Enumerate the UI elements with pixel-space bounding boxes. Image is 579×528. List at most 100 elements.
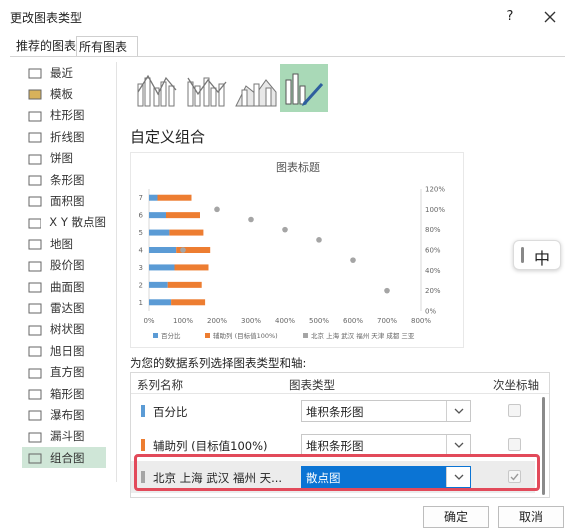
sidebar-item-label: 直方图 [50,365,85,380]
sidebar-item[interactable]: 直方图 [22,362,106,383]
scatter-point [248,216,254,223]
thumb-clustered-line-secondary[interactable] [182,64,230,112]
x-tick-label: 500% [309,317,329,325]
series-caption: 为您的数据系列选择图表类型和轴: [130,356,307,370]
sidebar-item-label: 曲面图 [50,279,85,294]
sidebar-item-label: 漏斗图 [50,429,85,444]
chart-svg: 图表标题 1 2 3 4 5 6 7 0% 100% 200% 300% 400% 500% 600% 700… [139,160,446,340]
bar-0 [149,299,172,306]
series-name: 辅助列 (目标值100%) [153,439,268,453]
series-color-marker [141,405,145,417]
sidebar-item[interactable]: 曲面图 [22,276,106,297]
sidebar-item-label: 饼图 [50,151,73,166]
y-tick-label: 1 [139,299,143,307]
scatter-point [350,257,356,263]
dropdown-button[interactable] [446,435,470,455]
x-tick-label: 300% [241,317,261,325]
secondary-axis-checkbox[interactable] [508,404,521,417]
header-chart-type: 图表类型 [289,378,335,392]
sidebar-item[interactable]: 漏斗图 [22,426,106,447]
y-tick-label: 3 [139,264,143,272]
line-chart-icon [28,132,42,143]
sidebar-item[interactable]: 箱形图 [22,383,106,404]
scatter-point [316,237,322,243]
header-series-name: 系列名称 [137,378,183,392]
table-scrollbar[interactable] [539,395,549,497]
legend-label: 百分比 [161,331,181,340]
x-tick-label: 800% [411,317,431,325]
legend-label: 北京 上海 武汉 福州 天津 成都 三亚 [311,331,415,340]
y-tick-label: 7 [139,194,143,202]
help-button[interactable]: ? [500,7,520,27]
series-row: 百分比 堆积条形图 [131,395,535,427]
bar-1 [169,229,204,236]
x-tick-label: 600% [343,317,363,325]
close-button[interactable] [540,7,560,27]
sidebar-item-label: 瀑布图 [50,407,85,422]
y-tick-label: 6 [139,212,144,220]
map-chart-icon [28,239,42,250]
sidebar-item[interactable]: 条形图 [22,169,106,190]
scatter-point [282,226,288,233]
scatter-point [180,247,186,253]
tab-recommended[interactable]: 推荐的图表 [14,36,76,56]
chart-type-select[interactable]: 堆积条形图 [301,434,471,456]
funnel-chart-icon [28,432,42,443]
sidebar-item[interactable]: 面积图 [22,190,106,211]
sidebar-item[interactable]: X Y 散点图 [22,212,106,233]
ime-indicator[interactable]: 中 [513,240,561,270]
chevron-down-icon [454,408,464,414]
x-tick-label: 200% [207,317,227,325]
radar-chart-icon [28,303,42,314]
sidebar-item-label: 条形图 [50,172,85,187]
sidebar-item[interactable]: 旭日图 [22,340,106,361]
sidebar-item[interactable]: 树状图 [22,319,106,340]
sidebar-item-label: 树状图 [50,322,85,337]
sidebar-item[interactable]: 雷达图 [22,297,106,318]
sidebar-item[interactable]: 模板 [22,83,106,104]
sidebar-item[interactable]: 最近 [22,62,106,83]
y2-tick-label: 40% [425,267,441,275]
surface-chart-icon [28,282,42,293]
chart-type-select[interactable]: 堆积条形图 [301,400,471,422]
tab-all-charts[interactable]: 所有图表 [76,36,138,56]
x-tick-label: 400% [275,317,295,325]
sidebar-item[interactable]: 饼图 [22,148,106,169]
thumb-clustered-combo[interactable] [132,64,180,112]
recent-icon [28,68,42,79]
sidebar-item[interactable]: 瀑布图 [22,404,106,425]
sidebar-item-label: 折线图 [50,129,85,144]
close-icon [544,11,556,23]
y-tick-label: 2 [139,281,143,289]
sidebar-divider [116,62,117,482]
chevron-down-icon [454,442,464,448]
bar-0 [149,212,166,219]
legend-swatch [153,333,158,338]
secondary-axis-checkbox[interactable] [508,438,521,451]
chart-title: 图表标题 [276,160,320,174]
sidebar-item-label: 面积图 [50,193,85,208]
thumb-custom-combo[interactable] [280,64,328,112]
column-line-secondary-icon [187,77,227,107]
clustered-column-line-icon [137,74,177,107]
dropdown-button[interactable] [446,401,470,421]
legend-swatch [205,333,210,338]
chart-type-value: 堆积条形图 [306,439,364,453]
combo-chart-icon [28,453,42,464]
sunburst-chart-icon [28,346,42,357]
sidebar-item[interactable]: 股价图 [22,255,106,276]
sidebar-item[interactable]: 地图 [22,233,106,254]
scrollbar-thumb[interactable] [542,397,545,495]
sidebar-item[interactable]: 折线图 [22,126,106,147]
legend-swatch [303,333,308,338]
sidebar-item[interactable]: 柱形图 [22,105,106,126]
bar-0 [149,229,170,236]
pie-chart-icon [28,154,42,165]
sidebar-item[interactable]: 组合图 [22,447,106,469]
area-chart-icon [28,196,42,207]
dialog-title: 更改图表类型 [10,11,83,25]
thumb-stacked-area-combo[interactable] [232,64,280,112]
series-name: 百分比 [153,405,188,419]
sidebar-item-label: 地图 [50,236,73,251]
bar-1 [166,212,200,219]
